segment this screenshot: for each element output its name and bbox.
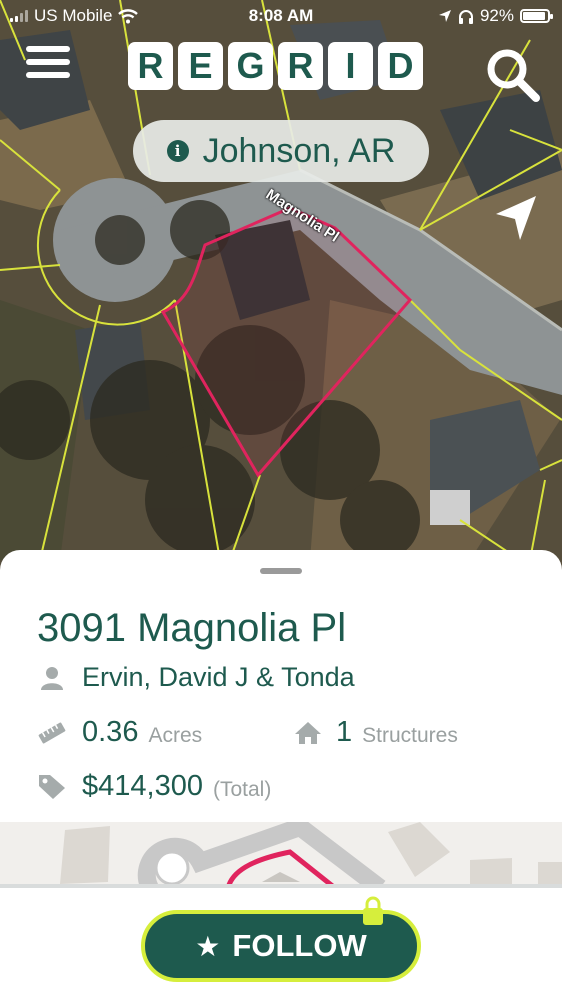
value-row: $414,300 (Total): [38, 770, 271, 803]
logo-letter: E: [178, 42, 223, 90]
logo-letter: D: [378, 42, 423, 90]
regrid-logo: R E G R I D: [128, 42, 423, 90]
parcel-map[interactable]: US Mobile 8:08 AM 92% R E G R I D i John…: [0, 0, 562, 570]
structures-row: 1 Structures: [294, 716, 458, 749]
search-button[interactable]: [484, 46, 542, 104]
logo-letter: G: [228, 42, 273, 90]
navigation-arrow-icon: [496, 196, 536, 240]
menu-button[interactable]: [26, 46, 70, 86]
logo-letter: R: [128, 42, 173, 90]
tag-icon: [38, 773, 66, 801]
battery-percent: 92%: [479, 6, 514, 25]
total-value-unit: (Total): [212, 777, 272, 801]
follow-label: FOLLOW: [232, 928, 367, 963]
follow-bar: ★ FOLLOW: [0, 890, 562, 1000]
location-services-icon: [438, 10, 451, 22]
mini-map-drawing: [0, 822, 562, 888]
acres-value: 0.36: [82, 716, 139, 748]
structures-value: 1: [336, 716, 353, 748]
my-location-button[interactable]: [490, 192, 542, 244]
acres-row: 0.36 Acres: [38, 716, 202, 749]
star-icon: ★: [195, 929, 221, 963]
ruler-icon: [38, 719, 66, 747]
logo-letter: I: [328, 42, 373, 90]
location-chip[interactable]: i Johnson, AR: [133, 120, 429, 182]
parcel-address: 3091 Magnolia Pl: [37, 606, 347, 650]
hamburger-menu-icon: [26, 46, 70, 78]
location-name: Johnson, AR: [202, 131, 396, 170]
mini-map-preview[interactable]: [0, 822, 562, 888]
parcel-details-sheet: 3091 Magnolia Pl Ervin, David J & Tonda …: [0, 550, 562, 1000]
info-icon: i: [166, 140, 189, 162]
acres-unit: Acres: [148, 723, 203, 747]
logo-letter: R: [278, 42, 323, 90]
headphones-icon: [458, 9, 473, 24]
owner-row: Ervin, David J & Tonda: [38, 662, 355, 693]
person-icon: [38, 664, 66, 692]
search-icon: [487, 49, 540, 102]
structures-unit: Structures: [362, 723, 458, 747]
battery-icon: [520, 9, 553, 23]
status-right: 92%: [438, 6, 553, 26]
sheet-drag-handle[interactable]: [260, 568, 302, 574]
status-bar: US Mobile 8:08 AM 92%: [0, 0, 562, 32]
home-icon: [294, 719, 322, 747]
lock-icon: [363, 896, 383, 925]
owner-name: Ervin, David J & Tonda: [82, 662, 355, 692]
total-value: $414,300: [82, 770, 203, 802]
